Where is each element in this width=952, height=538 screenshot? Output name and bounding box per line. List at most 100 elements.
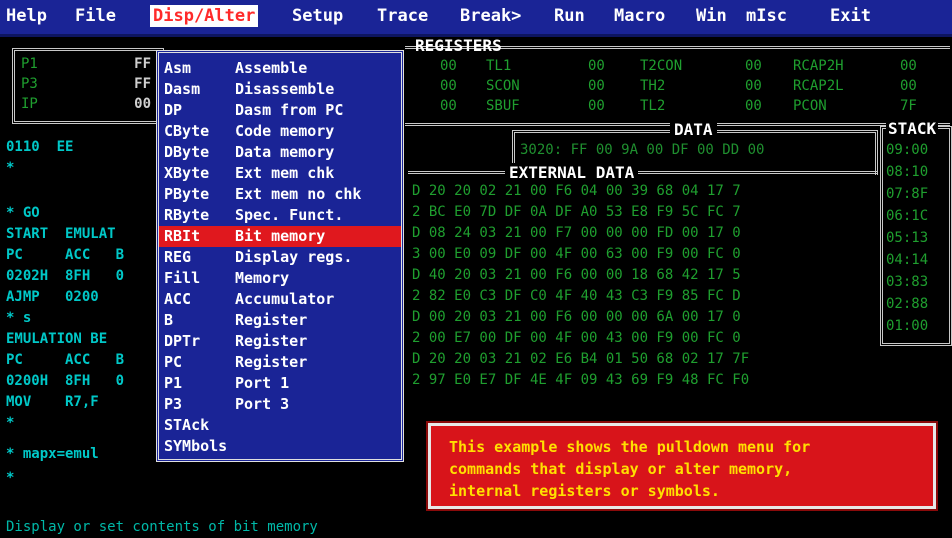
register-label: TL2 bbox=[640, 98, 666, 114]
external-data-divider bbox=[408, 171, 878, 174]
menu-item-asm[interactable]: Asm Assemble bbox=[159, 58, 401, 79]
menu-disp-alter[interactable]: Disp/Alter bbox=[150, 5, 259, 27]
stack-title: STACK bbox=[886, 119, 939, 138]
menu-item-dp[interactable]: DP Dasm from PC bbox=[159, 100, 401, 121]
menu-misc[interactable]: mIsc bbox=[746, 6, 787, 26]
trace-line: * bbox=[6, 415, 15, 431]
register-p3: P3 FF bbox=[21, 76, 151, 92]
menu-trace[interactable]: Trace bbox=[377, 6, 428, 26]
menu-item-p3[interactable]: P3 Port 3 bbox=[159, 394, 401, 415]
callout-box: This example shows the pulldown menu for… bbox=[426, 421, 938, 511]
menu-item-pc[interactable]: PC Register bbox=[159, 352, 401, 373]
stack-row: 01:00 bbox=[886, 318, 929, 334]
trace-line: EMULATION BE bbox=[6, 331, 108, 347]
register-value: 00 bbox=[900, 78, 917, 94]
callout-line: internal registers or symbols. bbox=[449, 482, 720, 500]
stack-row: 06:1C bbox=[886, 208, 929, 224]
registers-title: REGISTERS bbox=[415, 36, 502, 55]
register-value: 00 bbox=[440, 78, 457, 94]
register-value: 7F bbox=[900, 98, 917, 114]
register-label: PCON bbox=[793, 98, 827, 114]
menu-item-dptr[interactable]: DPTr Register bbox=[159, 331, 401, 352]
trace-line: MOV R7,F bbox=[6, 394, 99, 410]
menu-exit[interactable]: Exit bbox=[830, 6, 871, 26]
menu-bar: Help File Disp/Alter Setup Trace Break> … bbox=[0, 0, 952, 37]
external-data-row: 2 00 E7 00 DF 00 4F 00 43 00 F9 00 FC 0 bbox=[412, 330, 741, 346]
menu-item-dbyte[interactable]: DByte Data memory bbox=[159, 142, 401, 163]
external-data-row: D 08 24 03 21 00 F7 00 00 00 FD 00 17 0 bbox=[412, 225, 741, 241]
menu-item-reg[interactable]: REG Display regs. bbox=[159, 247, 401, 268]
menu-item-rbit[interactable]: RBIt Bit memory bbox=[159, 226, 401, 247]
trace-line: * s bbox=[6, 310, 32, 326]
register-label: RCAP2H bbox=[793, 58, 844, 74]
menu-item-dasm[interactable]: Dasm Disassemble bbox=[159, 79, 401, 100]
port-register-box: P1 FF P3 FF IP 00 bbox=[12, 48, 164, 124]
register-value: 00 bbox=[588, 98, 605, 114]
external-data-row: D 20 20 03 21 02 E6 B4 01 50 68 02 17 7F bbox=[412, 351, 750, 367]
menu-run[interactable]: Run bbox=[554, 6, 585, 26]
external-data-row: D 40 20 03 21 00 F6 00 00 18 68 42 17 5 bbox=[412, 267, 741, 283]
stack-row: 04:14 bbox=[886, 252, 929, 268]
data-title: DATA bbox=[670, 120, 717, 139]
stack-row: 05:13 bbox=[886, 230, 929, 246]
menu-item-b[interactable]: B Register bbox=[159, 310, 401, 331]
status-line: Display or set contents of bit memory bbox=[6, 519, 318, 535]
menu-item-symbols[interactable]: SYMbols bbox=[159, 436, 401, 457]
register-label: TL1 bbox=[486, 58, 512, 74]
register-value: 00 bbox=[745, 98, 762, 114]
stack-row: 09:00 bbox=[886, 142, 929, 158]
data-line: 3020: FF 00 9A 00 DF 00 DD 00 bbox=[520, 142, 765, 158]
trace-line: PC ACC B bbox=[6, 247, 125, 263]
stack-row: 03:83 bbox=[886, 274, 929, 290]
trace-line: * GO bbox=[6, 205, 40, 221]
trace-line: PC ACC B bbox=[6, 352, 125, 368]
menu-break[interactable]: Break> bbox=[460, 6, 521, 26]
stack-row: 07:8F bbox=[886, 186, 929, 202]
menu-item-stack[interactable]: STAck bbox=[159, 415, 401, 436]
disp-alter-pulldown-menu: Asm Assemble Dasm Disassemble DP Dasm from … bbox=[156, 50, 404, 462]
external-data-row: D 20 20 02 21 00 F6 04 00 39 68 04 17 7 bbox=[412, 183, 741, 199]
register-value: 00 bbox=[440, 98, 457, 114]
callout-line: This example shows the pulldown menu for bbox=[449, 438, 811, 456]
menu-item-p1[interactable]: P1 Port 1 bbox=[159, 373, 401, 394]
trace-line: * bbox=[6, 160, 15, 176]
trace-line: AJMP 0200 bbox=[6, 289, 99, 305]
trace-line: * bbox=[6, 470, 15, 486]
external-data-row: 2 BC E0 7D DF 0A DF A0 53 E8 F9 5C FC 7 bbox=[412, 204, 741, 220]
trace-line: 0200H 8FH 0 bbox=[6, 373, 125, 389]
stack-row: 08:10 bbox=[886, 164, 929, 180]
callout-line: commands that display or alter memory, bbox=[449, 460, 793, 478]
menu-file[interactable]: File bbox=[75, 6, 116, 26]
external-data-row: 3 00 E0 09 DF 00 4F 00 63 00 F9 00 FC 0 bbox=[412, 246, 741, 262]
menu-item-fill[interactable]: Fill Memory bbox=[159, 268, 401, 289]
menu-help[interactable]: Help bbox=[6, 6, 47, 26]
register-label: T2CON bbox=[640, 58, 683, 74]
external-data-row: 2 82 E0 C3 DF C0 4F 40 43 C3 F9 85 FC D bbox=[412, 288, 741, 304]
menu-win[interactable]: Win bbox=[696, 6, 727, 26]
register-value: 00 bbox=[440, 58, 457, 74]
register-value: 00 bbox=[745, 78, 762, 94]
register-ip: IP 00 bbox=[21, 96, 151, 112]
register-label: RCAP2L bbox=[793, 78, 844, 94]
register-label: SCON bbox=[486, 78, 520, 94]
menu-item-rbyte[interactable]: RByte Spec. Funct. bbox=[159, 205, 401, 226]
external-data-title: EXTERNAL DATA bbox=[505, 163, 639, 182]
trace-line: 0202H 8FH 0 bbox=[6, 268, 125, 284]
register-value: 00 bbox=[588, 58, 605, 74]
menu-setup[interactable]: Setup bbox=[292, 6, 343, 26]
register-value: 00 bbox=[745, 58, 762, 74]
menu-item-xbyte[interactable]: XByte Ext mem chk bbox=[159, 163, 401, 184]
menu-item-cbyte[interactable]: CByte Code memory bbox=[159, 121, 401, 142]
external-data-row: D 00 20 03 21 00 F6 00 00 00 6A 00 17 0 bbox=[412, 309, 741, 325]
register-label: TH2 bbox=[640, 78, 666, 94]
stack-row: 02:88 bbox=[886, 296, 929, 312]
menu-item-acc[interactable]: ACC Accumulator bbox=[159, 289, 401, 310]
register-label: SBUF bbox=[486, 98, 520, 114]
menu-macro[interactable]: Macro bbox=[614, 6, 665, 26]
trace-line: START EMULAT bbox=[6, 226, 116, 242]
register-value: 00 bbox=[588, 78, 605, 94]
register-p1: P1 FF bbox=[21, 56, 151, 72]
external-data-row: 2 97 E0 E7 DF 4E 4F 09 43 69 F9 48 FC F0 bbox=[412, 372, 750, 388]
menu-item-pbyte[interactable]: PByte Ext mem no chk bbox=[159, 184, 401, 205]
trace-line: 0110 EE bbox=[6, 139, 74, 155]
